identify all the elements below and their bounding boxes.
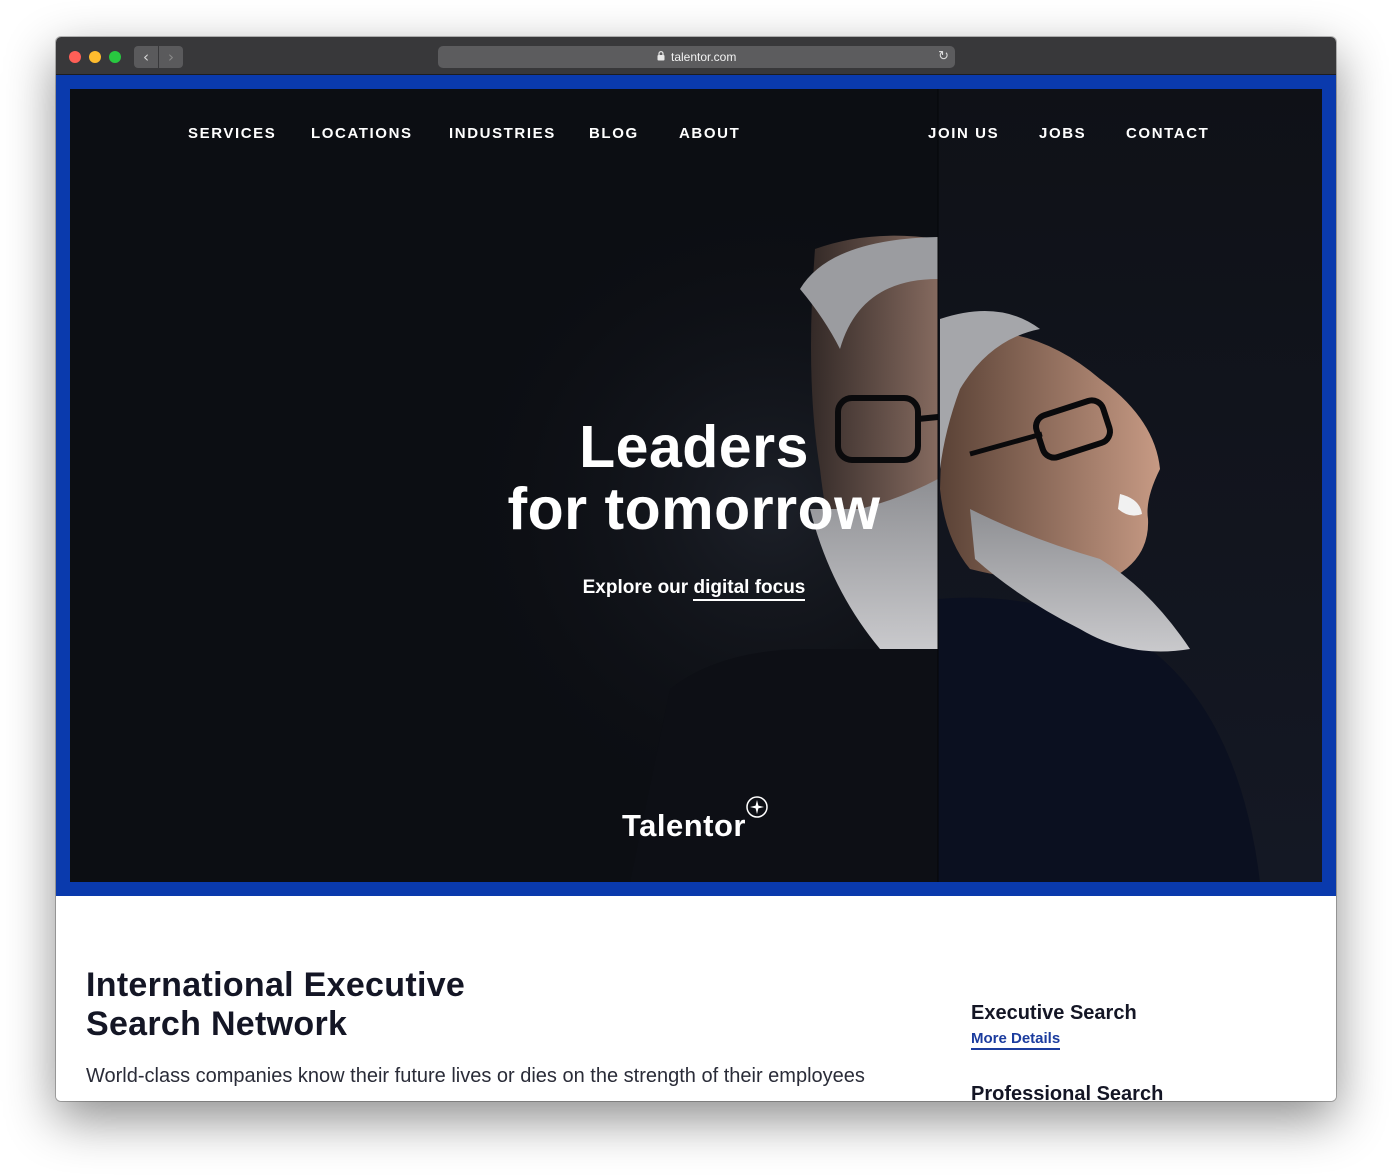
- address-bar[interactable]: talentor.com ↻: [438, 46, 955, 68]
- lock-icon: [657, 51, 665, 61]
- url-text: talentor.com: [670, 50, 737, 64]
- browser-window: ‹ › talentor.com ↻ SERVICES LOCATIONS IN…: [56, 37, 1336, 1101]
- section-subtitle: World-class companies know their future …: [86, 1065, 865, 1087]
- nav-join-us[interactable]: JOIN US: [928, 125, 999, 142]
- section-title: International Executive Search Network: [86, 966, 465, 1044]
- nav-industries[interactable]: INDUSTRIES: [449, 125, 556, 142]
- forward-button[interactable]: ›: [159, 46, 183, 68]
- logo-wordmark: Talentor: [622, 808, 746, 843]
- chevron-right-icon: ›: [168, 48, 174, 66]
- nav-locations[interactable]: LOCATIONS: [311, 125, 413, 142]
- intro-section: International Executive Search Network W…: [56, 896, 1336, 1101]
- zoom-window-button[interactable]: [109, 51, 121, 63]
- hero-headline-line-1: Leaders: [579, 414, 809, 480]
- nav-jobs[interactable]: JOBS: [1039, 125, 1086, 142]
- chevron-left-icon: ‹: [143, 48, 149, 66]
- service-professional-search: Professional Search: [971, 1083, 1164, 1101]
- executive-search-more-details-link[interactable]: More Details: [971, 1030, 1061, 1050]
- hero-frame: SERVICES LOCATIONS INDUSTRIES BLOG ABOUT…: [56, 75, 1336, 896]
- back-button[interactable]: ‹: [134, 46, 158, 68]
- digital-focus-link[interactable]: digital focus: [693, 577, 806, 601]
- talentor-logo[interactable]: Talentor: [622, 792, 782, 843]
- reload-icon[interactable]: ↻: [938, 46, 949, 68]
- hero-headline-line-2: for tomorrow: [507, 476, 881, 542]
- compass-star-icon: [746, 796, 768, 818]
- main-navigation: SERVICES LOCATIONS INDUSTRIES BLOG ABOUT…: [70, 125, 1322, 145]
- nav-blog[interactable]: BLOG: [589, 125, 639, 142]
- nav-services[interactable]: SERVICES: [188, 125, 276, 142]
- section-title-line-1: International Executive: [86, 966, 466, 1004]
- explore-cta: Explore our digital focus: [444, 577, 944, 601]
- nav-about[interactable]: ABOUT: [679, 125, 740, 142]
- explore-prefix: Explore our: [582, 577, 689, 598]
- nav-contact[interactable]: CONTACT: [1126, 125, 1209, 142]
- hero-headline: Leaders for tomorrow: [444, 416, 944, 540]
- minimize-window-button[interactable]: [89, 51, 101, 63]
- hero-section: SERVICES LOCATIONS INDUSTRIES BLOG ABOUT…: [70, 89, 1322, 882]
- section-title-line-2: Search Network: [86, 1005, 348, 1043]
- service-executive-search: Executive Search: [971, 1002, 1137, 1024]
- browser-titlebar: ‹ › talentor.com ↻: [56, 37, 1336, 75]
- close-window-button[interactable]: [69, 51, 81, 63]
